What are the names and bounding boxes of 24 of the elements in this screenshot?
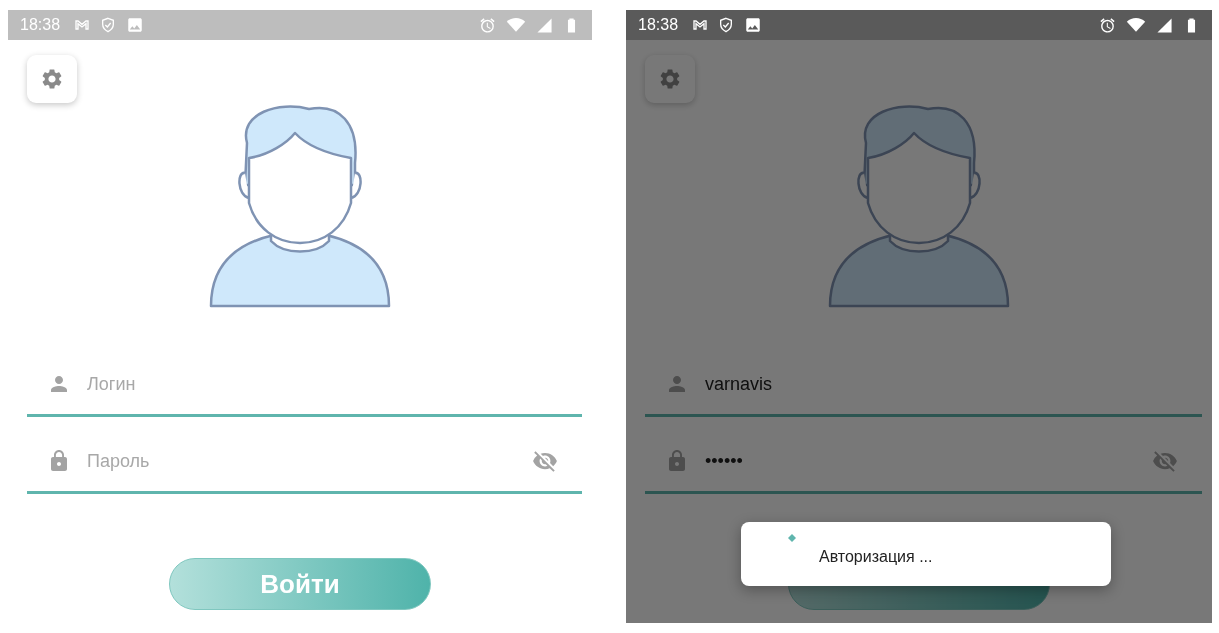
settings-button[interactable] [27,55,77,103]
settings-icon [658,67,682,91]
login-input[interactable]: Логин [87,373,558,395]
signal-icon [1156,16,1173,34]
status-time: 18:38 [638,16,679,34]
image-icon [126,16,145,34]
shield-check-icon [100,17,117,33]
shield-check-icon [718,17,735,33]
spinner-icon [788,534,796,542]
password-input[interactable]: Пароль [87,450,516,472]
settings-button[interactable] [645,55,695,103]
image-icon [744,16,763,34]
mail-icon [74,17,91,33]
eye-off-icon[interactable] [1152,448,1178,474]
status-time: 18:38 [20,16,61,34]
eye-off-icon[interactable] [532,448,558,474]
password-input[interactable]: •••••• [705,450,1136,472]
dialog-message: Авторизация ... [819,548,933,566]
mail-icon [692,17,709,33]
alarm-icon [1099,16,1116,34]
alarm-icon [479,16,496,34]
signal-icon [536,16,553,34]
login-input[interactable]: varnavis [705,373,1178,395]
settings-icon [40,67,64,91]
